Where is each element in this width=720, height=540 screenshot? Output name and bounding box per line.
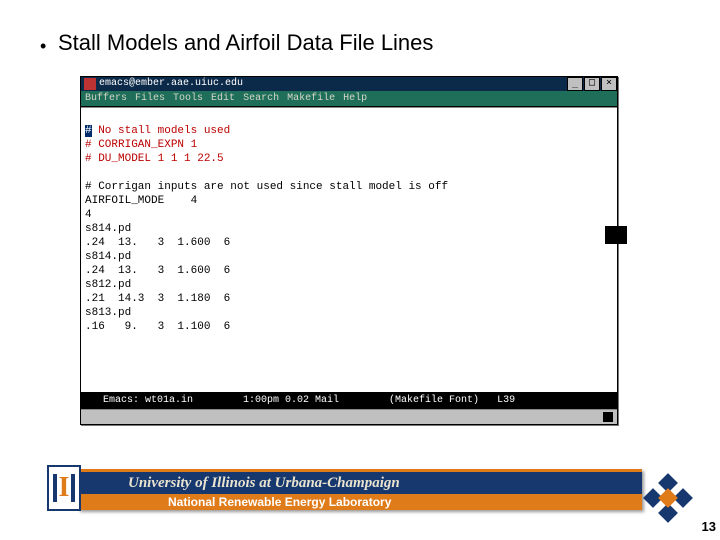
footer-banner: University of Illinois at Urbana-Champai… [78,469,642,510]
window-sysmenu-icon[interactable] [84,78,96,90]
menu-edit[interactable]: Edit [211,91,235,106]
editor-line: No stall models used [92,125,231,137]
footer-university: University of Illinois at Urbana-Champai… [78,469,642,494]
menu-help[interactable]: Help [343,91,367,106]
editor-line: .16 9. 3 1.100 6 [85,321,230,333]
footer-lab: National Renewable Energy Laboratory [78,494,642,510]
editor-line: AIRFOIL_MODE 4 [85,195,197,207]
window-maximize-button[interactable]: □ [584,77,600,91]
editor-line: s812.pd [85,279,131,291]
editor-line: # [85,125,92,137]
illinois-logo: I [47,465,81,511]
editor-line: s814.pd [85,223,131,235]
window-minimize-button[interactable]: _ [567,77,583,91]
status-mode: (Makefile Font) L39 [389,393,515,409]
minibuffer[interactable] [81,409,617,424]
editor-pane[interactable]: # No stall models used # CORRIGAN_EXPN 1… [81,107,617,392]
status-filename: Emacs: wt01a.in [85,393,193,409]
editor-line: .24 13. 3 1.600 6 [85,237,230,249]
menu-tools[interactable]: Tools [173,91,203,106]
menu-files[interactable]: Files [135,91,165,106]
menu-buffers[interactable]: Buffers [85,91,127,106]
editor-line: .21 14.3 3 1.180 6 [85,293,230,305]
editor-line: s813.pd [85,307,131,319]
editor-line: # CORRIGAN_EXPN 1 [85,139,197,151]
page-number: 13 [702,519,716,534]
menu-search[interactable]: Search [243,91,279,106]
editor-line: .24 13. 3 1.600 6 [85,265,230,277]
window-title: emacs@ember.aae.uiuc.edu [99,77,243,91]
status-bar: Emacs: wt01a.in 1:00pm 0.02 Mail (Makefi… [81,392,617,409]
resize-grip-icon[interactable] [603,412,613,422]
status-clock: 1:00pm 0.02 Mail [243,393,339,409]
window-titlebar: emacs@ember.aae.uiuc.edu _ □ × [81,77,617,91]
editor-line: 4 [85,209,92,221]
menu-makefile[interactable]: Makefile [287,91,335,106]
menubar: Buffers Files Tools Edit Search Makefile… [81,91,617,107]
editor-line: s814.pd [85,251,131,263]
nrel-badge-icon [648,478,688,518]
window-close-button[interactable]: × [601,77,617,91]
bullet: • [40,36,46,57]
scrollbar-thumb[interactable] [605,226,627,244]
editor-line: # DU_MODEL 1 1 1 22.5 [85,153,224,165]
editor-line: # Corrigan inputs are not used since sta… [85,181,448,193]
illinois-logo-letter: I [53,474,76,502]
slide-heading: Stall Models and Airfoil Data File Lines [58,30,433,56]
emacs-window: emacs@ember.aae.uiuc.edu _ □ × Buffers F… [80,76,618,425]
